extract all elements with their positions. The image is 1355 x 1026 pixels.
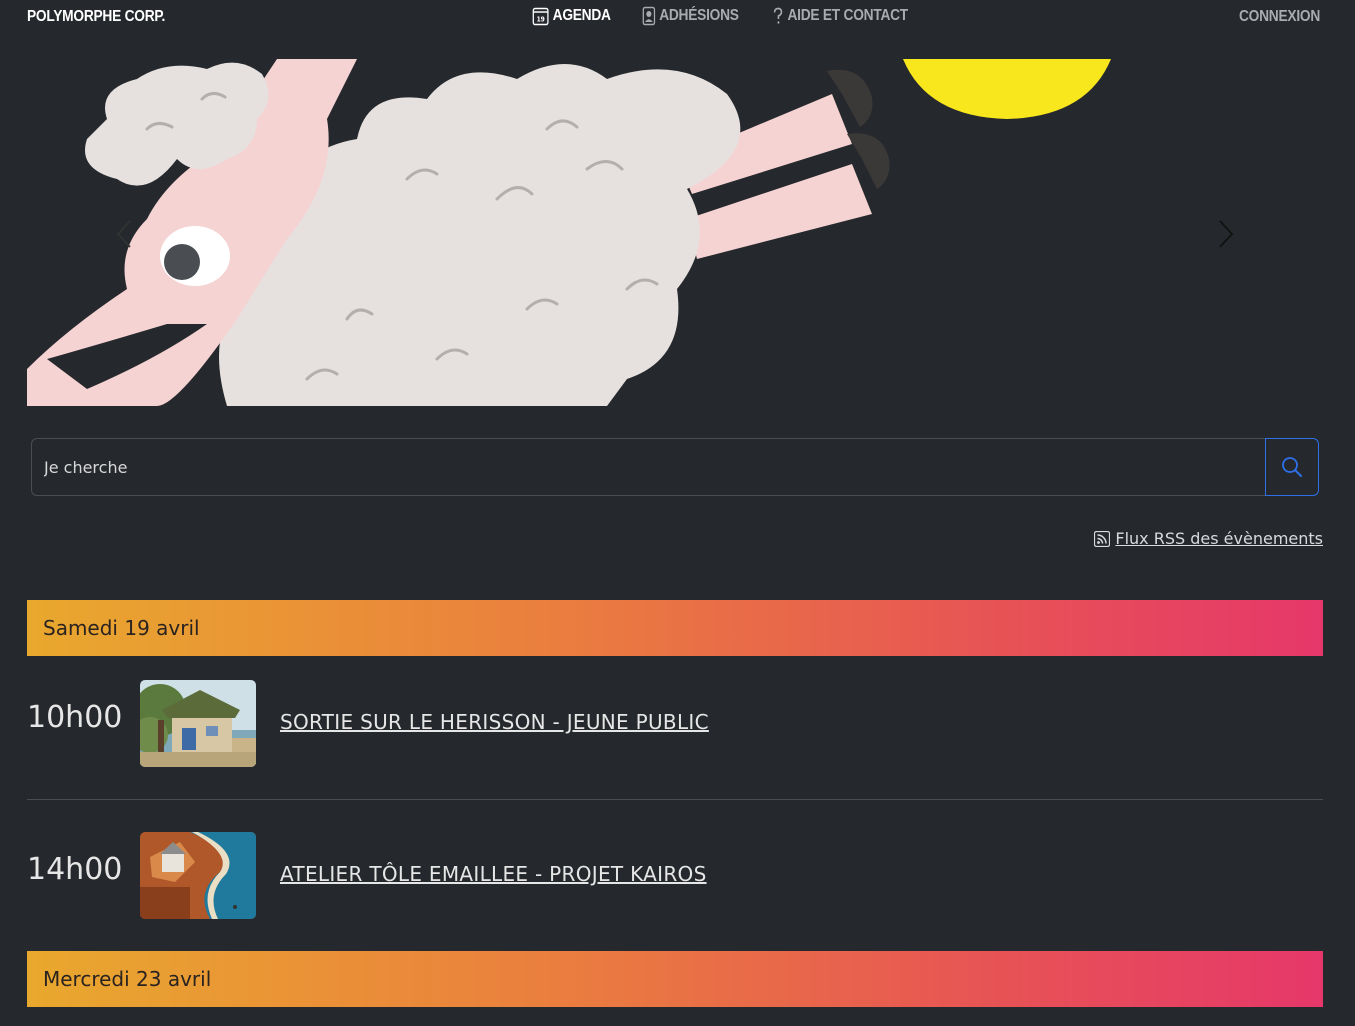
nav-aide-contact-label: AIDE ET CONTACT [787, 7, 908, 24]
hero-carousel [27, 59, 1323, 406]
search-form [31, 438, 1319, 496]
nav-agenda[interactable]: 19 AGENDA [532, 6, 611, 26]
nav-adhesions[interactable]: ADHÉSIONS [642, 6, 739, 26]
sheep-illustration [27, 59, 1111, 406]
calendar-icon-day: 19 [537, 15, 546, 24]
id-card-icon [642, 6, 656, 26]
search-icon [1282, 457, 1302, 477]
brand-logo-link[interactable]: POLYMORPHE CORP. [27, 8, 165, 26]
rss-icon [1094, 530, 1111, 547]
chevron-right-icon [1219, 220, 1234, 248]
event-thumbnail[interactable] [140, 680, 256, 767]
main-nav: 19 AGENDA ADHÉSIONS AIDE ET CONTACT [532, 6, 930, 26]
nav-adhesions-label: ADHÉSIONS [658, 7, 739, 24]
nav-aide-contact[interactable]: AIDE ET CONTACT [772, 6, 908, 26]
event-item: 14h00 ATELIER TÔLE EMAILLEE - PROJET KAI… [27, 832, 1323, 920]
search-input[interactable] [31, 438, 1265, 496]
rss-feed-label: Flux RSS des évènements [1115, 529, 1323, 548]
chevron-left-icon [116, 220, 131, 248]
nav-agenda-label: AGENDA [552, 7, 611, 24]
day-header: Samedi 19 avril [27, 600, 1323, 656]
login-link[interactable]: CONNEXION [1239, 8, 1320, 26]
carousel-next-button[interactable] [1211, 214, 1241, 254]
event-item: 10h00 SORTIE SUR LE HERISSON - JEUNE PUB… [27, 680, 1323, 768]
event-time: 10h00 [27, 700, 123, 735]
rss-feed-link[interactable]: Flux RSS des évènements [1094, 529, 1323, 548]
day-header: Mercredi 23 avril [27, 951, 1323, 1007]
event-title-link[interactable]: SORTIE SUR LE HERISSON - JEUNE PUBLIC [280, 710, 709, 734]
event-divider [27, 799, 1323, 800]
question-icon [772, 6, 784, 26]
event-title-link[interactable]: ATELIER TÔLE EMAILLEE - PROJET KAIROS [280, 862, 707, 886]
top-navbar: POLYMORPHE CORP. 19 AGENDA ADHÉSIONS AID… [0, 0, 1355, 36]
event-time: 14h00 [27, 852, 123, 887]
event-thumbnail[interactable] [140, 832, 256, 919]
search-button[interactable] [1265, 438, 1319, 496]
calendar-icon: 19 [532, 6, 549, 26]
carousel-prev-button[interactable] [109, 214, 139, 254]
